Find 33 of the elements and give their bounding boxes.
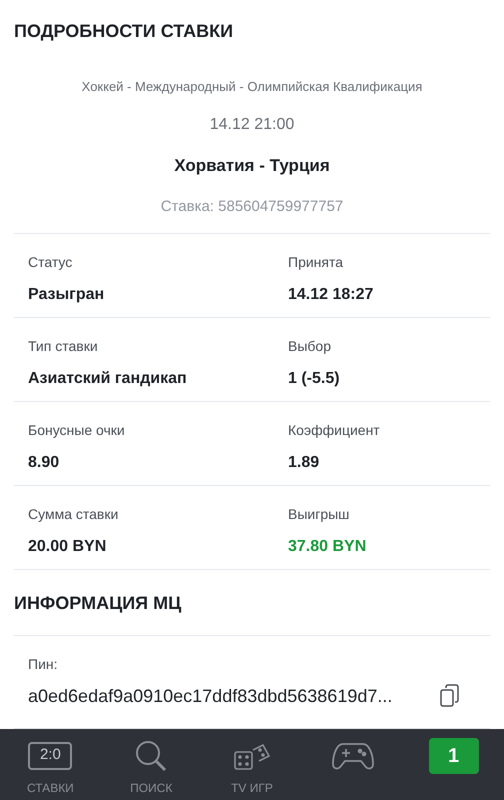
field-label: Выигрыш — [288, 504, 350, 524]
field-value: 1.89 — [288, 452, 320, 472]
nav-label: СТАВКИ — [26, 780, 74, 796]
field-value: 20.00 BYN — [28, 536, 108, 556]
field-label: Сумма ставки — [28, 504, 120, 524]
field-value: 1 (-5.5) — [288, 368, 341, 388]
field-label: Бонусные очки — [28, 420, 126, 440]
field-label: Статус — [28, 252, 74, 272]
event-time: 14.12 21:00 — [210, 114, 294, 134]
field-value: 14.12 18:27 — [288, 284, 374, 304]
nav-tab[interactable]: 2:0 СТАВКИ — [0, 736, 101, 796]
field-value: 37.80 BYN — [288, 536, 368, 556]
nav-tab[interactable]: ПОИСК — [100, 736, 202, 796]
nav-label: ПОИСК — [130, 780, 172, 796]
field-label: Выбор — [288, 336, 332, 356]
match-teams: Хорватия - Турция — [174, 154, 330, 176]
section-title: ИНФОРМАЦИЯ МЦ — [14, 570, 490, 636]
field-label: Тип ставки — [28, 336, 99, 356]
nav-label: TV ИГР — [231, 780, 273, 796]
field-value: Разыгран — [28, 284, 106, 304]
field-value: Азиатский гандикап — [28, 368, 188, 388]
nav-tab[interactable]: TV ИГР — [202, 736, 302, 796]
field-value: 8.90 — [28, 452, 60, 472]
pin-label: Пин: — [28, 654, 59, 674]
nav-tab[interactable]: 1 — [403, 736, 504, 774]
score-icon: 2:0 — [28, 742, 72, 770]
pin-value: a0ed6edaf9a0910ec17ddf83dbd5638619d7... — [28, 684, 392, 708]
count-badge: 1 — [428, 738, 479, 774]
field-label: Принята — [288, 252, 344, 272]
bet-number: Ставка: 585604759977757 — [160, 197, 344, 217]
field-label: Коэффициент — [288, 420, 381, 440]
page-title: ПОДРОБНОСТИ СТАВКИ — [14, 20, 234, 43]
league-text: Хоккей - Международный - Олимпийская Квалификация — [82, 78, 422, 96]
